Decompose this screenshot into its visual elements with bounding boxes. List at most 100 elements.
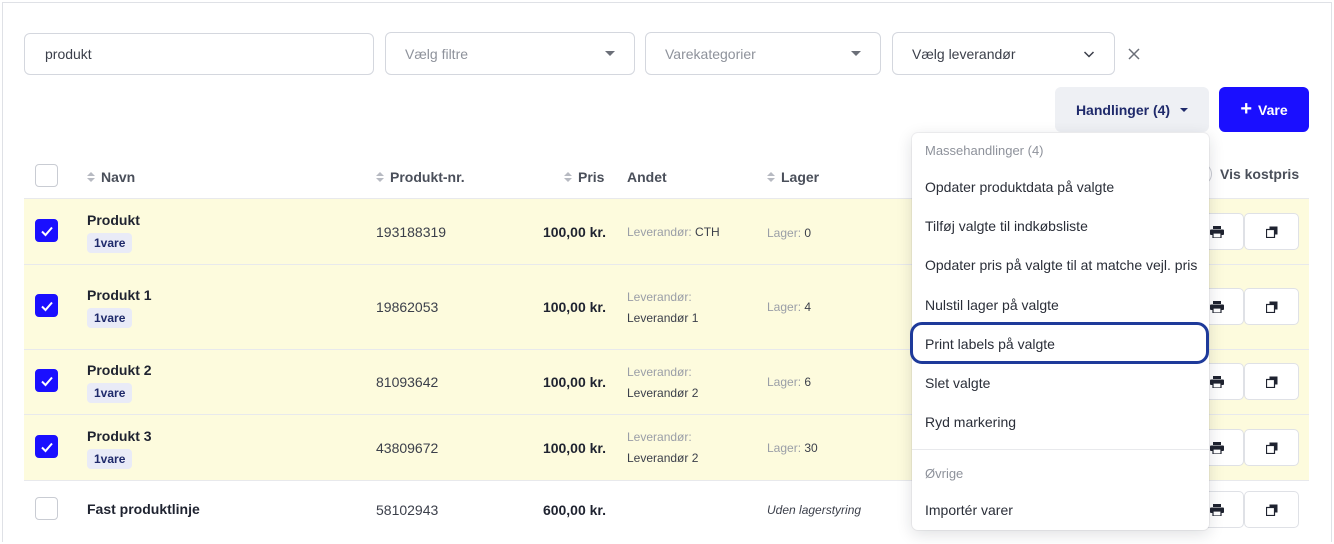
supplier-label: Leverandør: — [627, 290, 692, 304]
search-input[interactable]: produkt — [24, 33, 374, 75]
menu-item-update-price[interactable]: Opdater pris på valgte til at matche vej… — [925, 257, 1197, 273]
column-header-price[interactable]: Pris — [564, 168, 604, 186]
row-checkbox[interactable] — [35, 369, 58, 392]
copy-icon — [1265, 301, 1277, 313]
stock-info: Lager: 30 — [767, 441, 818, 455]
actions-button-label: Handlinger (4) — [1075, 101, 1171, 118]
row-checkbox[interactable] — [35, 435, 58, 458]
product-price: 100,00 kr. — [542, 299, 606, 315]
column-header-product-no-label: Produkt-nr. — [390, 169, 465, 185]
supplier-label: Leverandør: — [627, 430, 692, 444]
product-number: 43809672 — [376, 440, 439, 456]
product-name[interactable]: Fast produktlinje — [87, 501, 200, 517]
product-price: 100,00 kr. — [542, 224, 606, 240]
clear-filters-close-icon[interactable] — [1124, 44, 1144, 64]
product-number: 193188319 — [376, 224, 447, 240]
row-checkbox[interactable] — [35, 294, 58, 317]
stock-info: Lager: 0 — [767, 226, 811, 240]
caret-down-icon — [1180, 107, 1189, 112]
supplier-label: Leverandør: — [627, 225, 692, 239]
printer-icon — [1209, 503, 1224, 516]
product-type-badge: 1vare — [87, 308, 133, 328]
product-type-badge: 1vare — [87, 449, 133, 469]
stock-value: 4 — [804, 300, 812, 314]
product-name[interactable]: Produkt 1 — [87, 287, 152, 303]
copy-icon — [1265, 376, 1277, 388]
printer-icon — [1209, 300, 1224, 313]
row-checkbox[interactable] — [35, 219, 58, 242]
category-select[interactable]: Varekategorier — [645, 32, 881, 75]
filter-select[interactable]: Vælg filtre — [385, 32, 635, 75]
supplier-label: Leverandør: — [627, 365, 692, 379]
product-type-badge: 1vare — [87, 233, 133, 253]
sort-icon — [564, 172, 572, 182]
copy-button[interactable] — [1244, 429, 1299, 466]
printer-icon — [1209, 375, 1224, 388]
column-header-name-label: Navn — [101, 169, 136, 185]
stock-info: Lager: 4 — [767, 300, 811, 314]
menu-item-import-products[interactable]: Importér varer — [925, 502, 1013, 518]
menu-item-clear-selection[interactable]: Ryd markering — [925, 414, 1016, 430]
product-number: 58102943 — [376, 502, 439, 518]
supplier-value: Leverandør 1 — [627, 311, 699, 325]
plus-icon: + — [1240, 97, 1253, 120]
column-header-stock-label: Lager — [781, 169, 820, 185]
show-cost-price-label: Vis kostpris — [1220, 166, 1300, 182]
column-header-product-no[interactable]: Produkt-nr. — [376, 168, 465, 186]
product-name[interactable]: Produkt 2 — [87, 362, 152, 378]
copy-icon — [1265, 504, 1277, 516]
select-all-checkbox[interactable] — [35, 164, 58, 187]
stock-label: Lager: — [767, 300, 802, 314]
checkmark-icon — [40, 376, 53, 386]
printer-icon — [1209, 441, 1224, 454]
stock-value: 0 — [804, 226, 812, 240]
menu-divider — [912, 449, 1209, 450]
copy-button[interactable] — [1244, 288, 1299, 325]
supplier-value: Leverandør 2 — [627, 386, 699, 400]
product-number: 19862053 — [376, 299, 439, 315]
supplier-value: Leverandør 2 — [627, 451, 699, 465]
chevron-down-icon — [1083, 50, 1095, 58]
product-name[interactable]: Produkt 3 — [87, 428, 152, 444]
menu-item-print-labels[interactable]: Print labels på valgte — [925, 336, 1055, 352]
row-checkbox[interactable] — [35, 497, 58, 520]
product-price: 100,00 kr. — [542, 440, 606, 456]
stock-value: 6 — [804, 375, 812, 389]
menu-section-header: Massehandlinger (4) — [925, 143, 1044, 158]
supplier-info: Leverandør: CTH — [627, 225, 720, 239]
supplier-select[interactable]: Vælg leverandør — [892, 32, 1115, 75]
sort-icon — [376, 172, 384, 182]
stock-label: Lager: — [767, 441, 802, 455]
printer-icon — [1209, 225, 1224, 238]
copy-button[interactable] — [1244, 491, 1299, 528]
show-cost-price-toggle[interactable]: Vis kostpris — [1200, 162, 1299, 186]
menu-item-reset-stock[interactable]: Nulstil lager på valgte — [925, 297, 1059, 313]
menu-item-update-product-data[interactable]: Opdater produktdata på valgte — [925, 179, 1114, 195]
search-input-value: produkt — [45, 46, 92, 62]
menu-section-header: Øvrige — [925, 466, 964, 481]
sort-icon — [767, 172, 775, 182]
stock-info: Uden lagerstyring — [767, 503, 862, 517]
category-select-placeholder: Varekategorier — [665, 45, 756, 62]
copy-button[interactable] — [1244, 213, 1299, 250]
column-header-other-label: Andet — [627, 169, 667, 185]
menu-item-add-to-purchase-list[interactable]: Tilføj valgte til indkøbsliste — [925, 218, 1088, 234]
column-header-stock[interactable]: Lager — [767, 168, 819, 186]
supplier-value: CTH — [695, 225, 720, 239]
copy-button[interactable] — [1244, 363, 1299, 400]
actions-dropdown-button[interactable]: Handlinger (4) — [1055, 87, 1209, 132]
checkmark-icon — [40, 226, 53, 236]
stock-info: Lager: 6 — [767, 375, 811, 389]
product-name[interactable]: Produkt — [87, 212, 140, 228]
menu-item-delete-selected[interactable]: Slet valgte — [925, 375, 990, 391]
column-header-other: Andet — [627, 168, 667, 186]
column-header-price-label: Pris — [578, 169, 605, 185]
add-product-label: Vare — [1258, 101, 1288, 118]
stock-label: Lager: — [767, 375, 802, 389]
product-type-badge: 1vare — [87, 383, 133, 403]
column-header-name[interactable]: Navn — [87, 168, 135, 186]
caret-down-icon — [851, 51, 861, 56]
actions-menu: Massehandlinger (4) Opdater produktdata … — [912, 133, 1209, 530]
product-number: 81093642 — [376, 374, 439, 390]
add-product-button[interactable]: + Vare — [1219, 87, 1309, 132]
